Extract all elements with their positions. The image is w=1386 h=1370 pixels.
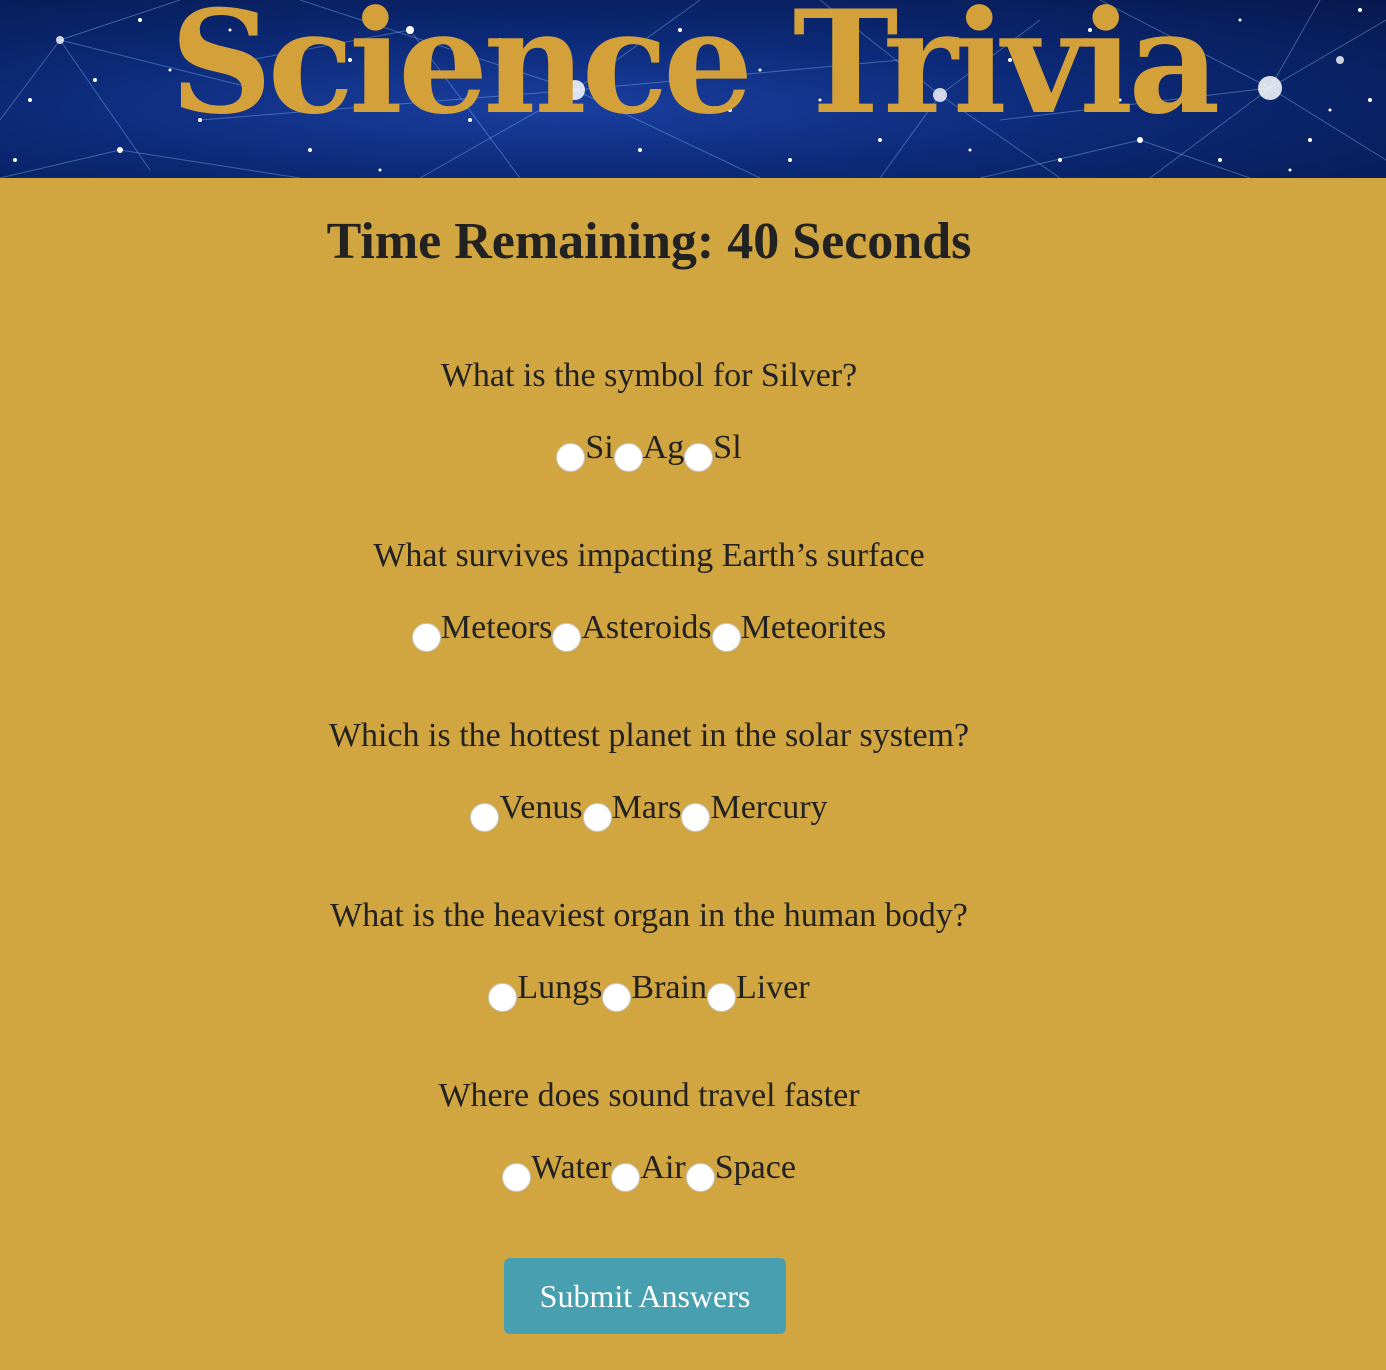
answer-option[interactable]: Venus: [470, 788, 583, 832]
answer-option[interactable]: Mars: [582, 788, 682, 832]
answer-option[interactable]: Meteors: [411, 608, 553, 652]
option-label: Asteroids: [581, 609, 712, 646]
radio-button[interactable]: [685, 1163, 715, 1192]
question-4: What is the heaviest organ in the human …: [0, 896, 1298, 1012]
answer-option[interactable]: Mercury: [681, 788, 828, 832]
question-text: What is the symbol for Silver?: [440, 357, 858, 394]
radio-button[interactable]: [411, 623, 441, 652]
answer-options: Venus Mars Mercury: [0, 788, 1298, 832]
answer-options: Si Ag Sl: [0, 428, 1298, 472]
option-label: Brain: [631, 969, 707, 1006]
radio-button[interactable]: [684, 443, 714, 472]
header-banner: Science Trivia: [0, 0, 1386, 178]
radio-button[interactable]: [488, 983, 518, 1012]
page-title: Science Trivia: [170, 0, 1220, 146]
question-text: What survives impacting Earth’s surface: [373, 537, 925, 574]
answer-option[interactable]: Lungs: [488, 968, 603, 1012]
radio-button[interactable]: [613, 443, 643, 472]
answer-options: Meteors Asteroids Meteorites: [0, 608, 1298, 652]
answer-option[interactable]: Brain: [602, 968, 707, 1012]
option-label: Sl: [713, 429, 742, 466]
answer-option[interactable]: Meteorites: [711, 608, 887, 652]
answer-option[interactable]: Sl: [684, 428, 742, 472]
radio-button[interactable]: [556, 443, 586, 472]
option-label: Venus: [499, 789, 583, 826]
option-label: Mercury: [710, 789, 828, 826]
question-5: Where does sound travel faster Water Air…: [0, 1076, 1298, 1192]
answer-options: Lungs Brain Liver: [0, 968, 1298, 1012]
answer-options: Water Air Space: [0, 1148, 1298, 1192]
option-label: Air: [640, 1149, 686, 1186]
option-label: Ag: [642, 429, 685, 466]
option-label: Space: [714, 1149, 796, 1186]
question-3: Which is the hottest planet in the solar…: [0, 716, 1298, 832]
answer-option[interactable]: Asteroids: [552, 608, 712, 652]
radio-button[interactable]: [502, 1163, 532, 1192]
answer-option[interactable]: Water: [502, 1148, 612, 1192]
radio-button[interactable]: [602, 983, 632, 1012]
radio-button[interactable]: [582, 803, 612, 832]
answer-option[interactable]: Air: [611, 1148, 686, 1192]
radio-button[interactable]: [611, 1163, 641, 1192]
radio-button[interactable]: [470, 803, 500, 832]
option-label: Liver: [735, 969, 810, 1006]
option-label: Si: [585, 429, 614, 466]
question-text: Where does sound travel faster: [438, 1077, 860, 1114]
answer-option[interactable]: Si: [556, 428, 614, 472]
question-text: What is the heaviest organ in the human …: [330, 897, 968, 934]
answer-option[interactable]: Ag: [613, 428, 685, 472]
question-1: What is the symbol for Silver? Si Ag Sl: [0, 356, 1298, 472]
time-remaining: Time Remaining: 40 Seconds: [326, 213, 972, 270]
answer-option[interactable]: Space: [685, 1148, 796, 1192]
question-text: Which is the hottest planet in the solar…: [328, 717, 970, 754]
radio-button[interactable]: [681, 803, 711, 832]
option-label: Water: [531, 1149, 612, 1186]
option-label: Meteors: [440, 609, 553, 646]
radio-button[interactable]: [552, 623, 582, 652]
option-label: Meteorites: [740, 609, 887, 646]
radio-button[interactable]: [711, 623, 741, 652]
option-label: Mars: [611, 789, 682, 826]
radio-button[interactable]: [706, 983, 736, 1012]
option-label: Lungs: [517, 969, 603, 1006]
question-2: What survives impacting Earth’s surface …: [0, 536, 1298, 652]
submit-answers-button[interactable]: Submit Answers: [504, 1258, 786, 1334]
answer-option[interactable]: Liver: [706, 968, 810, 1012]
